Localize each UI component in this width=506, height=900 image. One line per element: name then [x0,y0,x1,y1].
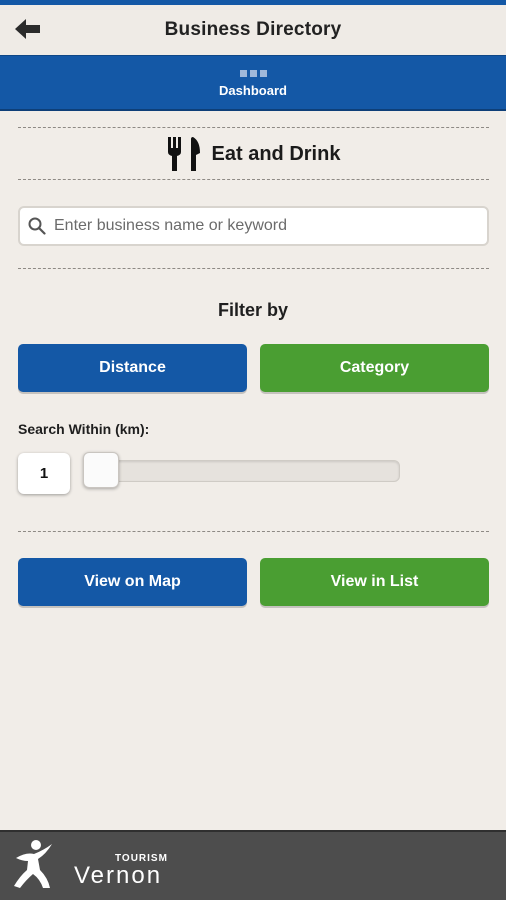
fork-knife-icon [167,137,200,171]
footer: TOURISM Vernon [0,830,506,900]
search-input[interactable] [54,217,474,235]
page-title: Business Directory [164,19,342,40]
tourism-vernon-logo-icon [14,840,52,888]
view-on-map-label: View on Map [84,573,181,590]
search-icon [28,217,46,235]
grid-icon [239,69,267,77]
view-in-list-label: View in List [330,573,419,590]
title-bar: Business Directory [0,5,506,55]
filter-label: Filter by [217,300,288,320]
category-button[interactable]: Category [260,344,489,392]
search-within-value: 1 [18,453,70,494]
section-header: Eat and Drink [0,133,506,175]
dashboard-label: Dashboard [219,82,287,98]
view-in-list-button[interactable]: View in List [260,558,489,606]
distance-button[interactable]: Distance [18,344,247,392]
search-box[interactable] [18,206,489,246]
divider [18,179,489,180]
back-button[interactable] [12,14,44,44]
distance-button-label: Distance [99,359,166,376]
category-button-label: Category [339,359,410,376]
back-arrow-icon [15,19,40,39]
view-on-map-button[interactable]: View on Map [18,558,247,606]
divider [18,531,489,532]
footer-vernon-text: Vernon [74,862,163,889]
distance-slider-handle[interactable] [83,452,119,488]
divider [18,268,489,269]
search-within-label: Search Within (km): [18,421,150,437]
section-title: Eat and Drink [211,142,341,165]
distance-slider-track[interactable] [84,460,400,482]
dashboard-button[interactable]: Dashboard [0,55,506,111]
divider [18,127,489,128]
